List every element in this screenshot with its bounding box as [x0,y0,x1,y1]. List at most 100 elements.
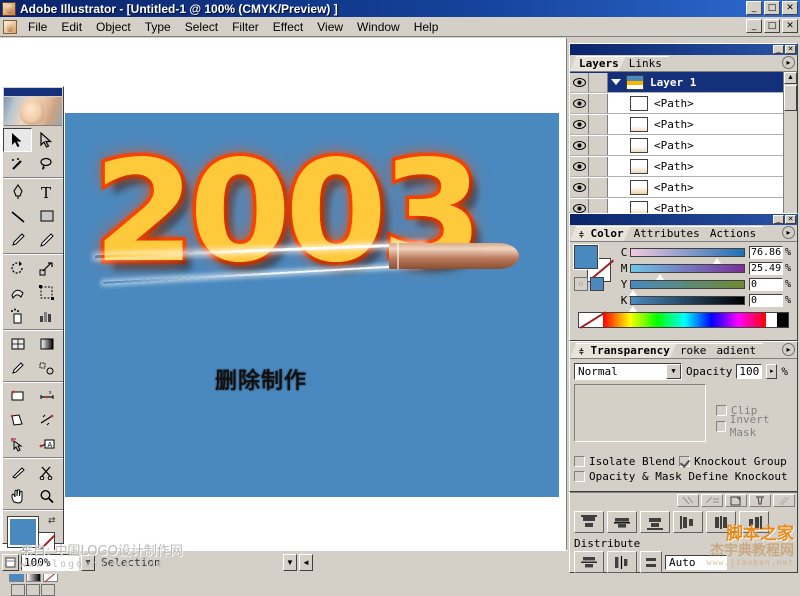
free-transform-tool[interactable] [32,280,61,304]
paintbrush-tool[interactable] [3,228,32,252]
lock-toggle-icon[interactable] [589,93,608,113]
color-last-color-swatch[interactable] [590,277,604,291]
layers-palette-menu-icon[interactable]: ▸ [782,56,795,69]
full-screen-button[interactable] [41,584,55,596]
invert-mask-checkbox[interactable] [715,420,726,432]
color-minimize-button[interactable]: _ [773,215,784,224]
lock-toggle-icon[interactable] [589,114,608,134]
channel-value-k[interactable]: 0 [749,293,783,307]
knockout-group-checkbox[interactable] [679,456,691,467]
menu-type[interactable]: Type [138,18,178,36]
lock-toggle-icon[interactable] [589,72,608,92]
scroll-up-button[interactable]: ▲ [784,72,797,84]
symbol-sprayer-tool[interactable] [3,304,32,328]
rectangle-tool[interactable] [32,204,61,228]
divide-icon[interactable] [677,494,699,507]
spectrum-white-black[interactable] [766,313,788,327]
table-row[interactable]: <Path> ○ [570,135,797,156]
menu-edit[interactable]: Edit [54,18,89,36]
table-row[interactable]: <Path> ○ [570,156,797,177]
direct-selection-tool[interactable] [32,128,61,152]
fill-swatch[interactable] [7,516,39,548]
layers-palette-titlebar[interactable]: _ ✕ [570,44,797,55]
layer-name[interactable]: <Path> [648,181,775,194]
artboard-canvas[interactable]: 2003 2003 删除制作 [65,113,559,497]
color-close-button[interactable]: ✕ [785,215,796,224]
layer-name[interactable]: <Path> [648,139,775,152]
color-none-icon[interactable]: ◌ [574,277,588,291]
shear-tool[interactable] [32,408,61,432]
note-tool[interactable]: A [32,432,61,456]
visibility-toggle-icon[interactable] [570,114,589,134]
color-palette-menu-icon[interactable]: ▸ [782,226,795,239]
menu-effect[interactable]: Effect [266,18,310,36]
page-tool[interactable] [3,408,32,432]
tab-links[interactable]: Links [620,56,669,71]
table-row[interactable]: <Path> ○ [570,114,797,135]
align-vertical-top-icon[interactable] [574,511,604,533]
tab-gradient[interactable]: adient [707,343,763,358]
chevron-down-icon[interactable] [611,79,621,85]
window-controls[interactable]: _ □ ✕ [746,1,798,15]
crop-icon[interactable] [749,494,771,507]
column-graph-tool[interactable] [32,304,61,328]
table-row[interactable]: <Path> ○ [570,93,797,114]
clip-checkbox[interactable] [715,404,727,416]
layer-name[interactable]: Layer 1 [644,76,775,89]
zoom-tool[interactable] [32,484,61,508]
opacity-stepper-icon[interactable]: ▸ [766,364,778,379]
reshape-tool[interactable] [3,432,32,456]
rotate-tool[interactable] [3,256,32,280]
layer-name[interactable]: <Path> [648,97,775,110]
align-horizontal-left-icon[interactable] [673,511,703,533]
layers-close-button[interactable]: ✕ [785,45,796,54]
opacity-mask-checkbox[interactable] [574,471,585,482]
visibility-toggle-icon[interactable] [570,135,589,155]
channel-slider-k[interactable] [628,295,745,312]
hand-tool[interactable] [3,484,32,508]
menu-select[interactable]: Select [178,18,225,36]
layers-minimize-button[interactable]: _ [773,45,784,54]
visibility-toggle-icon[interactable] [570,177,589,197]
channel-value-m[interactable]: 25.49 [749,261,783,275]
lock-toggle-icon[interactable] [589,177,608,197]
warp-tool[interactable] [3,280,32,304]
document-icon[interactable] [3,19,17,34]
tab-layers[interactable]: Layers [570,56,626,71]
standard-screen-button[interactable] [11,584,25,596]
merge-icon[interactable] [725,494,747,507]
status-dropdown-icon[interactable]: ▼ [283,554,297,571]
zoom-dropdown-icon[interactable]: ▼ [81,554,95,571]
tab-transparency[interactable]: ≑ Transparency [570,343,677,358]
opacity-input[interactable]: 100 [736,364,763,379]
layer-name[interactable]: <Path> [648,160,775,173]
layers-scrollbar[interactable]: ▲ [783,72,797,220]
magic-wand-tool[interactable] [3,152,32,176]
visibility-toggle-icon[interactable] [570,72,589,92]
tab-stroke[interactable]: roke [671,343,714,358]
menu-object[interactable]: Object [89,18,138,36]
chevron-down-icon[interactable]: ▼ [666,364,681,379]
isolate-blend-checkbox[interactable] [574,456,585,467]
mesh-tool[interactable] [3,332,32,356]
tab-attributes[interactable]: Attributes [625,226,707,241]
line-segment-tool[interactable] [3,204,32,228]
eyedropper-tool[interactable] [3,356,32,380]
outline-icon[interactable] [773,494,795,507]
close-button[interactable]: ✕ [782,1,798,15]
gradient-tool[interactable] [32,332,61,356]
channel-value-y[interactable]: 0 [749,277,783,291]
measure-tool[interactable]: x [32,384,61,408]
align-vertical-bottom-icon[interactable] [640,511,670,533]
lock-toggle-icon[interactable] [589,156,608,176]
menu-view[interactable]: View [310,18,350,36]
restore-button[interactable]: □ [764,1,780,15]
doc-restore-button[interactable]: □ [764,19,780,33]
minimize-button[interactable]: _ [746,1,762,15]
swap-fill-stroke-icon[interactable]: ⇄ [48,515,59,526]
channel-slider-c[interactable] [630,247,745,264]
channel-value-c[interactable]: 76.86 [749,245,783,259]
lock-toggle-icon[interactable] [589,135,608,155]
spectrum-none-swatch[interactable] [579,313,603,327]
tab-actions[interactable]: Actions [701,226,763,241]
